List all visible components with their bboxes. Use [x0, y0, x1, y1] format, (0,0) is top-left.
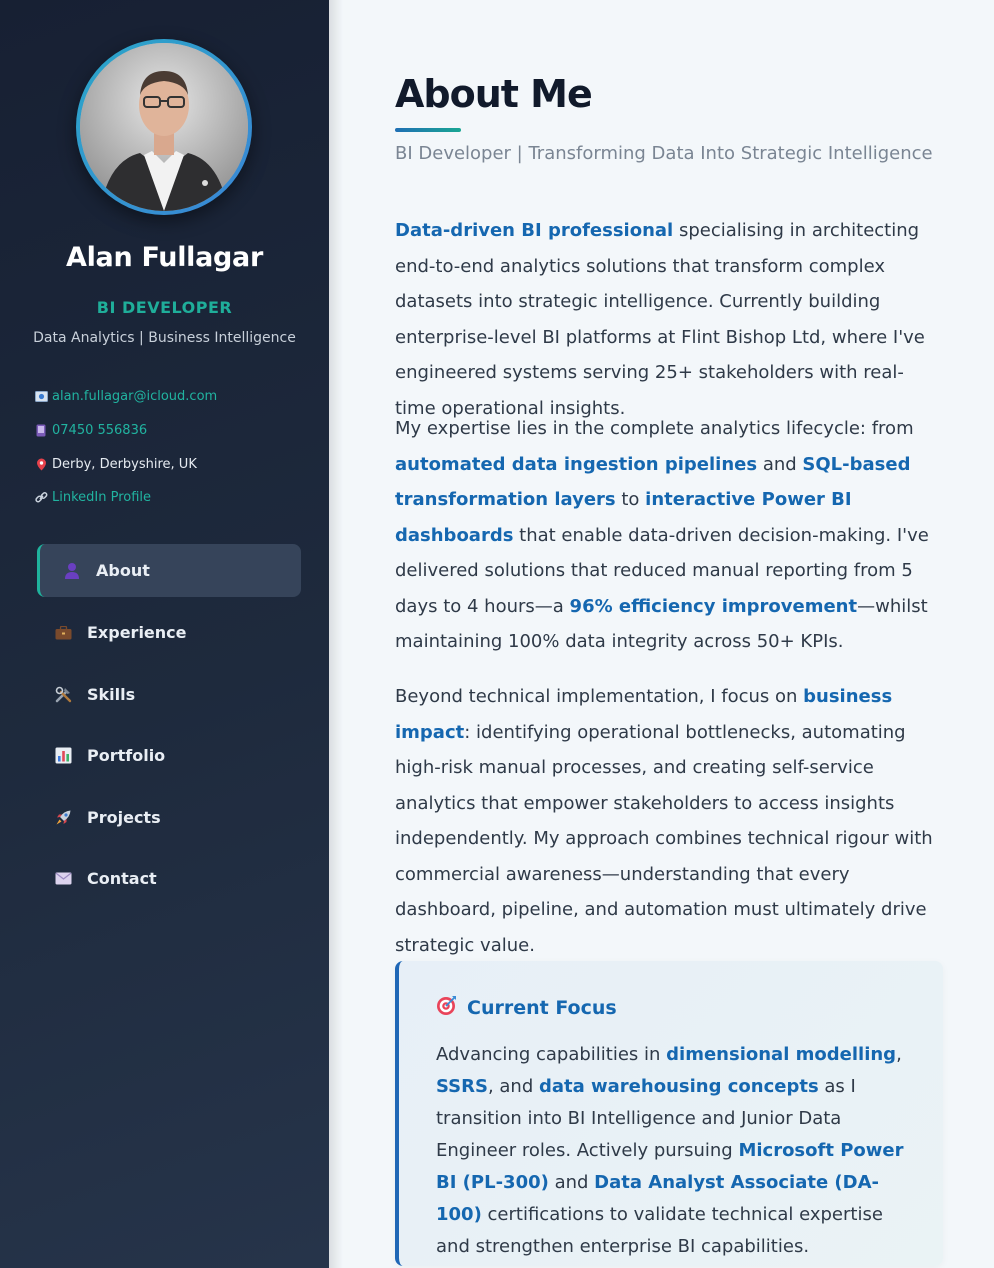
location-text: Derby, Derbyshire, UK [52, 457, 197, 472]
highlight-text: dimensional modelling [666, 1044, 897, 1065]
profile-name: Alan Fullagar [65, 242, 263, 273]
page-title: About Me [395, 72, 593, 116]
paragraph-text: and [757, 453, 803, 475]
page-subtitle: BI Developer | Transforming Data Into St… [395, 143, 933, 164]
profile-tagline: Data Analytics | Business Intelligence [33, 330, 296, 346]
linkedin-link[interactable]: LinkedIn Profile [52, 490, 151, 505]
paragraph-text: Advancing capabilities in [436, 1044, 667, 1065]
nav-contact-label: Contact [87, 869, 157, 888]
highlight-text: 96% efficiency improvement [569, 595, 858, 617]
nav-experience[interactable]: Experience [37, 606, 301, 659]
briefcase-icon [53, 623, 73, 643]
contact-phone[interactable]: 07450 556836 [34, 423, 147, 438]
about-paragraph-2: My expertise lies in the complete analyt… [395, 411, 940, 660]
paragraph-text: and [548, 1172, 595, 1193]
bar-chart-icon [53, 746, 73, 766]
nav-projects[interactable]: Projects [37, 791, 301, 844]
nav-portfolio-label: Portfolio [87, 746, 166, 765]
paragraph-text: specialising in architecting end-to-end … [395, 220, 925, 419]
current-focus-card: Current Focus Advancing capabilities in … [395, 961, 943, 1266]
avatar [76, 39, 252, 215]
nav-portfolio[interactable]: Portfolio [37, 729, 301, 782]
paragraph-text: Beyond technical implementation, I focus… [395, 686, 804, 707]
nav-experience-label: Experience [87, 623, 187, 642]
envelope-icon [53, 869, 73, 889]
paragraph-text: to [615, 489, 646, 510]
rocket-icon [53, 808, 73, 828]
sidebar-shadow [329, 0, 343, 1268]
target-icon [436, 995, 457, 1021]
current-focus-title: Current Focus [467, 997, 617, 1019]
highlight-text: Data-driven BI professional [395, 220, 674, 241]
person-silhouette-icon [80, 43, 248, 211]
contact-linkedin[interactable]: LinkedIn Profile [34, 490, 151, 505]
contact-location: Derby, Derbyshire, UK [34, 457, 197, 472]
current-focus-heading: Current Focus [436, 995, 617, 1021]
about-paragraph-1: Data-driven BI professional specialising… [395, 213, 940, 426]
nav-skills-label: Skills [87, 685, 136, 704]
highlight-text: data warehousing concepts [538, 1076, 819, 1097]
nav-about[interactable]: About [37, 544, 301, 597]
paragraph-text: certifications to validate technical exp… [436, 1204, 883, 1257]
highlight-text: SSRS [436, 1076, 488, 1097]
email-icon [34, 390, 48, 404]
paragraph-text: : identifying operational bottlenecks, a… [395, 721, 933, 956]
location-pin-icon [34, 458, 48, 472]
paragraph-text: , and [487, 1076, 539, 1097]
email-link[interactable]: alan.fullagar@icloud.com [52, 389, 217, 404]
profile-role: BI DEVELOPER [96, 298, 233, 317]
paragraph-text: My expertise lies in the complete analyt… [395, 418, 914, 439]
profile-photo [80, 43, 248, 211]
link-icon [34, 491, 48, 505]
phone-icon [34, 424, 48, 438]
paragraph-text: , [896, 1044, 902, 1065]
current-focus-text: Advancing capabilities in dimensional mo… [436, 1039, 916, 1263]
nav-skills[interactable]: Skills [37, 668, 301, 721]
sidebar: Alan Fullagar BI DEVELOPER Data Analytic… [0, 0, 329, 1268]
highlight-text: automated data ingestion pipelines [395, 453, 758, 475]
tools-icon [53, 685, 73, 705]
about-paragraph-3: Beyond technical implementation, I focus… [395, 679, 940, 963]
nav-contact[interactable]: Contact [37, 852, 301, 905]
nav-projects-label: Projects [87, 808, 161, 827]
phone-link[interactable]: 07450 556836 [52, 423, 147, 438]
nav-about-label: About [96, 561, 150, 580]
title-underline [395, 128, 461, 132]
contact-email[interactable]: alan.fullagar@icloud.com [34, 389, 217, 404]
person-icon [62, 561, 82, 581]
